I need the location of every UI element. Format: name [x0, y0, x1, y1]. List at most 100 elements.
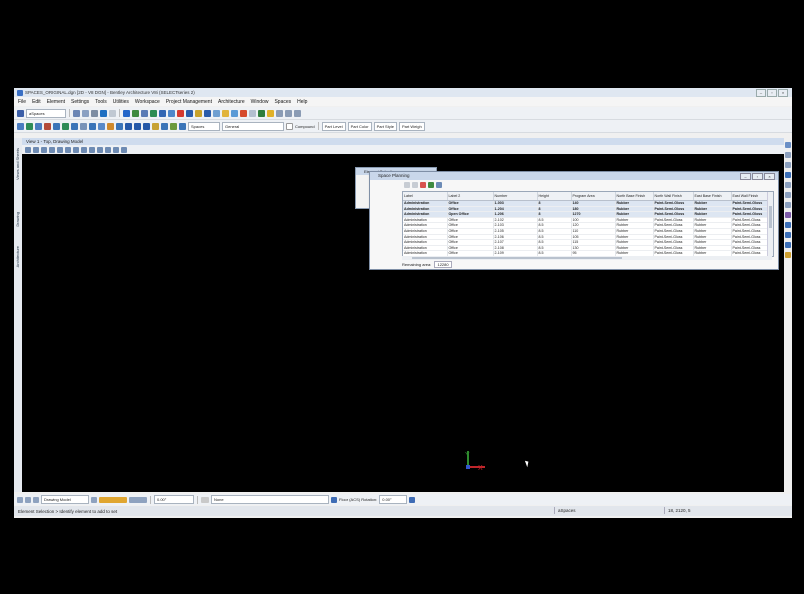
lines-icon[interactable] — [82, 109, 89, 117]
window-tool-icon[interactable] — [204, 109, 211, 117]
sp-maximize-button[interactable]: ▫ — [752, 173, 763, 180]
col-program-area[interactable]: Program Area — [571, 192, 616, 201]
rotate-icon[interactable] — [168, 109, 175, 117]
door-icon[interactable] — [195, 109, 202, 117]
weight-icon[interactable] — [91, 109, 98, 117]
tool-9-icon[interactable] — [89, 122, 96, 130]
accudraw-icon[interactable] — [201, 496, 209, 503]
by-weight-combo[interactable]: Part Weigh — [398, 121, 425, 131]
forward-icon[interactable] — [25, 496, 31, 503]
view-previous-icon[interactable] — [97, 146, 103, 153]
col-east-base-finish[interactable]: East Base Finish — [693, 192, 732, 201]
tab-architecture[interactable]: Architecture — [15, 246, 21, 267]
maximize-button[interactable]: ▫ — [767, 89, 777, 97]
place-icon[interactable] — [123, 109, 130, 117]
space-icon[interactable] — [213, 109, 220, 117]
by-style-combo[interactable]: Part Style — [373, 121, 397, 131]
update-view-icon[interactable] — [41, 146, 47, 153]
tool-5-icon[interactable] — [53, 122, 60, 130]
back-icon[interactable] — [17, 496, 23, 503]
right-tool-3-icon[interactable] — [785, 162, 791, 168]
right-tool-6-icon[interactable] — [785, 192, 791, 198]
lock-icon[interactable] — [109, 109, 116, 117]
menu-utilities[interactable]: Utilities — [113, 99, 129, 105]
tool-16-icon[interactable] — [152, 122, 159, 130]
tool-17-icon[interactable] — [161, 122, 168, 130]
tool-14-icon[interactable] — [134, 122, 141, 130]
grid-strip-icon[interactable] — [129, 496, 147, 503]
tool-18-icon[interactable] — [170, 122, 177, 130]
zoom-out-icon[interactable] — [57, 146, 63, 153]
menu-window[interactable]: Window — [251, 99, 269, 105]
by-color-combo[interactable]: Part Color — [347, 121, 372, 131]
snap-strip-icon[interactable] — [99, 496, 127, 503]
zoom-in-icon[interactable] — [49, 146, 55, 153]
right-tool-12-icon[interactable] — [785, 252, 791, 258]
right-tool-2-icon[interactable] — [785, 152, 791, 158]
menu-project-management[interactable]: Project Management — [166, 99, 212, 105]
tool-4-icon[interactable] — [44, 122, 51, 130]
sp-close-button[interactable]: × — [764, 173, 775, 180]
measure-icon[interactable] — [132, 109, 139, 117]
col-label-2[interactable]: Label 2 — [447, 192, 494, 201]
right-tool-7-icon[interactable] — [785, 202, 791, 208]
model-icon[interactable] — [91, 496, 97, 503]
by-level-combo[interactable]: Part Level — [321, 121, 346, 131]
tool-6-icon[interactable] — [62, 122, 69, 130]
fence-icon[interactable] — [100, 109, 107, 117]
line-icon[interactable] — [276, 109, 283, 117]
tool-15-icon[interactable] — [143, 122, 150, 130]
open-icon[interactable] — [17, 109, 24, 117]
menu-workspace[interactable]: Workspace — [135, 99, 160, 105]
menu-help[interactable]: Help — [297, 99, 307, 105]
tool-7-icon[interactable] — [71, 122, 78, 130]
col-number[interactable]: Number — [493, 192, 538, 201]
floor-icon[interactable] — [331, 496, 337, 503]
paste-icon[interactable] — [258, 109, 265, 117]
tool-3-icon[interactable] — [35, 122, 42, 130]
tool-13-icon[interactable] — [125, 122, 132, 130]
right-tool-11-icon[interactable] — [785, 242, 791, 248]
col-north-base-finish[interactable]: North Base Finish — [615, 192, 654, 201]
sp-tool-4-icon[interactable] — [428, 181, 434, 188]
tool-1-icon[interactable] — [17, 122, 24, 130]
architecture-tool-icon[interactable] — [186, 109, 193, 117]
modify-icon[interactable] — [141, 109, 148, 117]
right-tool-5-icon[interactable] — [785, 182, 791, 188]
right-tool-8-icon[interactable] — [785, 212, 791, 218]
tool-2-icon[interactable] — [26, 122, 33, 130]
minimize-button[interactable]: – — [756, 89, 766, 97]
view-attributes-icon[interactable] — [25, 146, 31, 153]
report-icon[interactable] — [231, 109, 238, 117]
col-height[interactable]: Height — [537, 192, 572, 201]
pan-view-icon[interactable] — [89, 146, 95, 153]
col-label[interactable]: Label — [403, 192, 448, 201]
display-style-icon[interactable] — [33, 146, 39, 153]
rotation-field[interactable]: 0.00° — [379, 495, 408, 504]
right-tool-9-icon[interactable] — [785, 222, 791, 228]
style-combo[interactable]: General — [222, 121, 284, 131]
model-combo[interactable]: Drawing Model — [41, 495, 89, 504]
menu-edit[interactable]: Edit — [32, 99, 41, 105]
tab-views-and-sheets[interactable]: Views and Sheets — [15, 148, 21, 180]
close-button[interactable]: × — [778, 89, 788, 97]
col-north-wall-finish[interactable]: North Wall Finish — [653, 192, 694, 201]
sp-tool-2-icon[interactable] — [412, 181, 418, 188]
clip-icon[interactable] — [240, 109, 247, 117]
menu-tools[interactable]: Tools — [95, 99, 107, 105]
sp-tool-1-icon[interactable] — [404, 181, 410, 188]
rotate-view-icon[interactable] — [81, 146, 87, 153]
menu-file[interactable]: File — [18, 99, 26, 105]
clip-volume-icon[interactable] — [121, 146, 127, 153]
sp-minimize-button[interactable]: – — [740, 173, 751, 180]
tab-drawing[interactable]: Drawing — [15, 212, 21, 227]
floor-manager-icon[interactable] — [409, 496, 416, 503]
sp-tool-3-icon[interactable] — [420, 181, 426, 188]
menu-spaces[interactable]: Spaces — [274, 99, 291, 105]
table-horizontal-scrollbar[interactable] — [402, 256, 772, 260]
bookmark-icon[interactable] — [177, 109, 184, 117]
cut-icon[interactable] — [249, 109, 256, 117]
project-combo[interactable]: aSpaces — [26, 108, 66, 118]
properties-icon[interactable] — [73, 109, 80, 117]
right-tool-4-icon[interactable] — [785, 172, 791, 178]
